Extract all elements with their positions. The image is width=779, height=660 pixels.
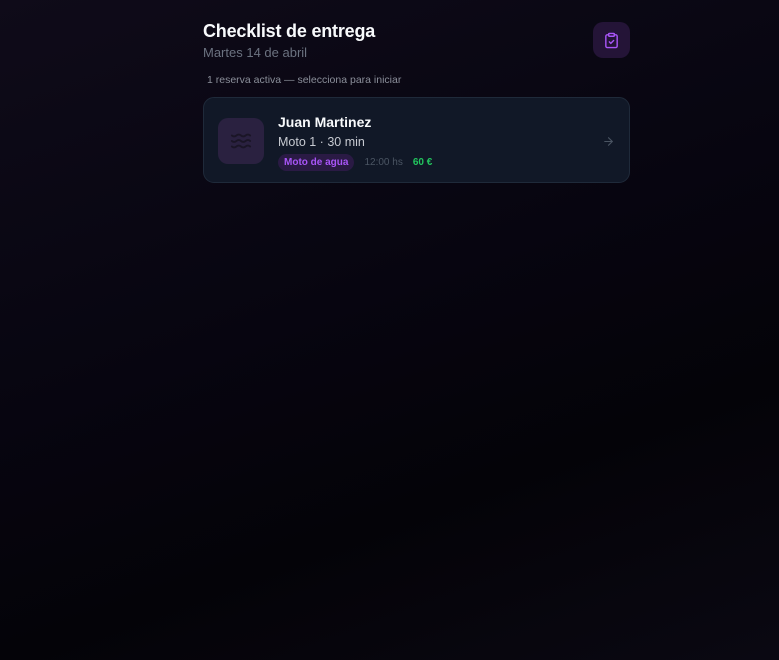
customer-name: Juan Martinez (278, 114, 372, 130)
reservation-card[interactable]: Juan Martinez Moto 1 · 30 min Moto de ag… (203, 97, 630, 183)
reservation-price: 60 € (412, 156, 433, 168)
arrow-right-icon (601, 134, 615, 148)
waves-icon (230, 133, 252, 149)
checklist-button[interactable] (593, 22, 630, 58)
reservation-time: 12:00 hs (364, 156, 403, 168)
reservation-icon-tile (218, 118, 264, 164)
page-date: Martes 14 de abril (203, 45, 308, 60)
page-header: Checklist de entrega Martes 14 de abril (203, 20, 630, 78)
clipboard-check-icon (605, 32, 618, 48)
reservation-meta: Moto de agua 12:00 hs 60 € (278, 154, 432, 171)
category-badge: Moto de agua (278, 154, 355, 171)
page-title: Checklist de entrega (203, 21, 376, 41)
main-container: Checklist de entrega Martes 14 de abril … (203, 20, 630, 183)
reservation-detail: Moto 1 · 30 min (278, 135, 365, 149)
